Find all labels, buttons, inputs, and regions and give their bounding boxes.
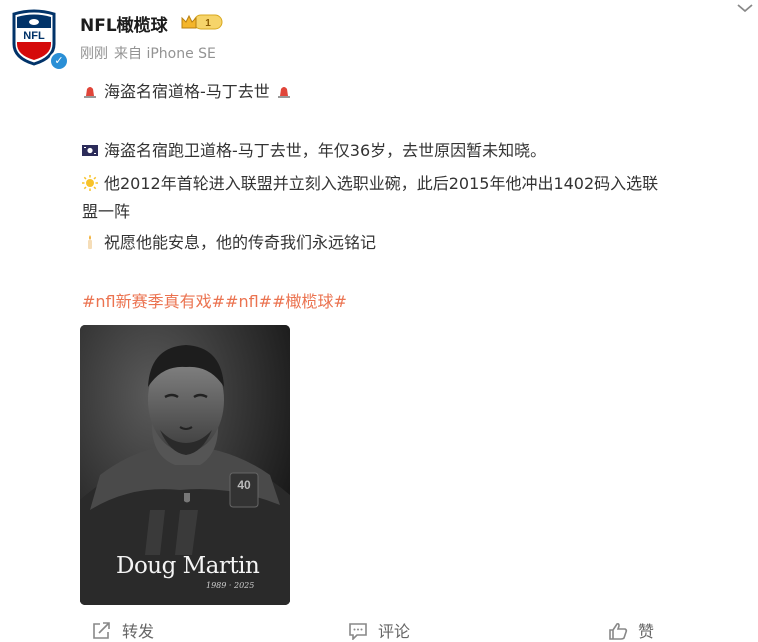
svg-text:NFL: NFL bbox=[23, 30, 45, 42]
post-line-4: 祝愿他能安息，他的传奇我们永远铭记 bbox=[82, 229, 376, 253]
post-source: 来自 iPhone SE bbox=[114, 46, 216, 62]
post-line-2: 海盗名宿跑卫道格-马丁去世，年仅36岁，去世原因暂未知晓。 bbox=[82, 137, 546, 161]
like-label: 赞 bbox=[638, 622, 655, 641]
post-time: 刚刚 bbox=[80, 46, 108, 62]
sun-icon bbox=[82, 175, 98, 191]
comment-label: 评论 bbox=[378, 622, 411, 641]
verified-icon: ✓ bbox=[49, 51, 69, 71]
candle-icon bbox=[88, 235, 92, 249]
siren-icon bbox=[277, 87, 290, 98]
repost-label: 转发 bbox=[122, 622, 155, 641]
siren-icon bbox=[84, 87, 96, 98]
repost-icon bbox=[93, 622, 110, 639]
comment-button[interactable]: 评论 bbox=[348, 618, 410, 642]
like-button[interactable]: 赞 bbox=[608, 618, 654, 642]
chevron-down-icon[interactable] bbox=[735, 0, 755, 16]
post-line-3-wrap: 盟一阵 bbox=[82, 202, 131, 221]
comment-icon bbox=[349, 623, 367, 641]
post-meta: 刚刚 来自 iPhone SE bbox=[80, 43, 222, 63]
photo-caption-name: Doug Martin bbox=[116, 553, 260, 579]
author-name[interactable]: NFL橄榄球 bbox=[80, 11, 168, 36]
badge-level: 1 bbox=[205, 18, 211, 29]
thumbs-up-icon bbox=[609, 622, 628, 640]
photo-caption-dates: 1989 · 2025 bbox=[206, 581, 255, 590]
post-image[interactable]: 40 Doug Martin 1989 · 2025 bbox=[80, 325, 290, 605]
member-badge-icon[interactable]: 1 bbox=[180, 13, 224, 31]
repost-button[interactable]: 转发 bbox=[92, 618, 154, 642]
action-bar: 转发 评论 赞 bbox=[0, 612, 758, 642]
post-headline: 海盗名宿道格-马丁去世 bbox=[82, 78, 292, 102]
flag-icon bbox=[82, 145, 98, 156]
hashtags-link[interactable]: #nfl新赛季真有戏##nfl##橄榄球# bbox=[82, 288, 347, 312]
svg-text:40: 40 bbox=[237, 478, 251, 492]
post-line-3: 他2012年首轮进入联盟并立刻入选职业碗，此后2015年他冲出1402码入选联 bbox=[82, 170, 658, 194]
